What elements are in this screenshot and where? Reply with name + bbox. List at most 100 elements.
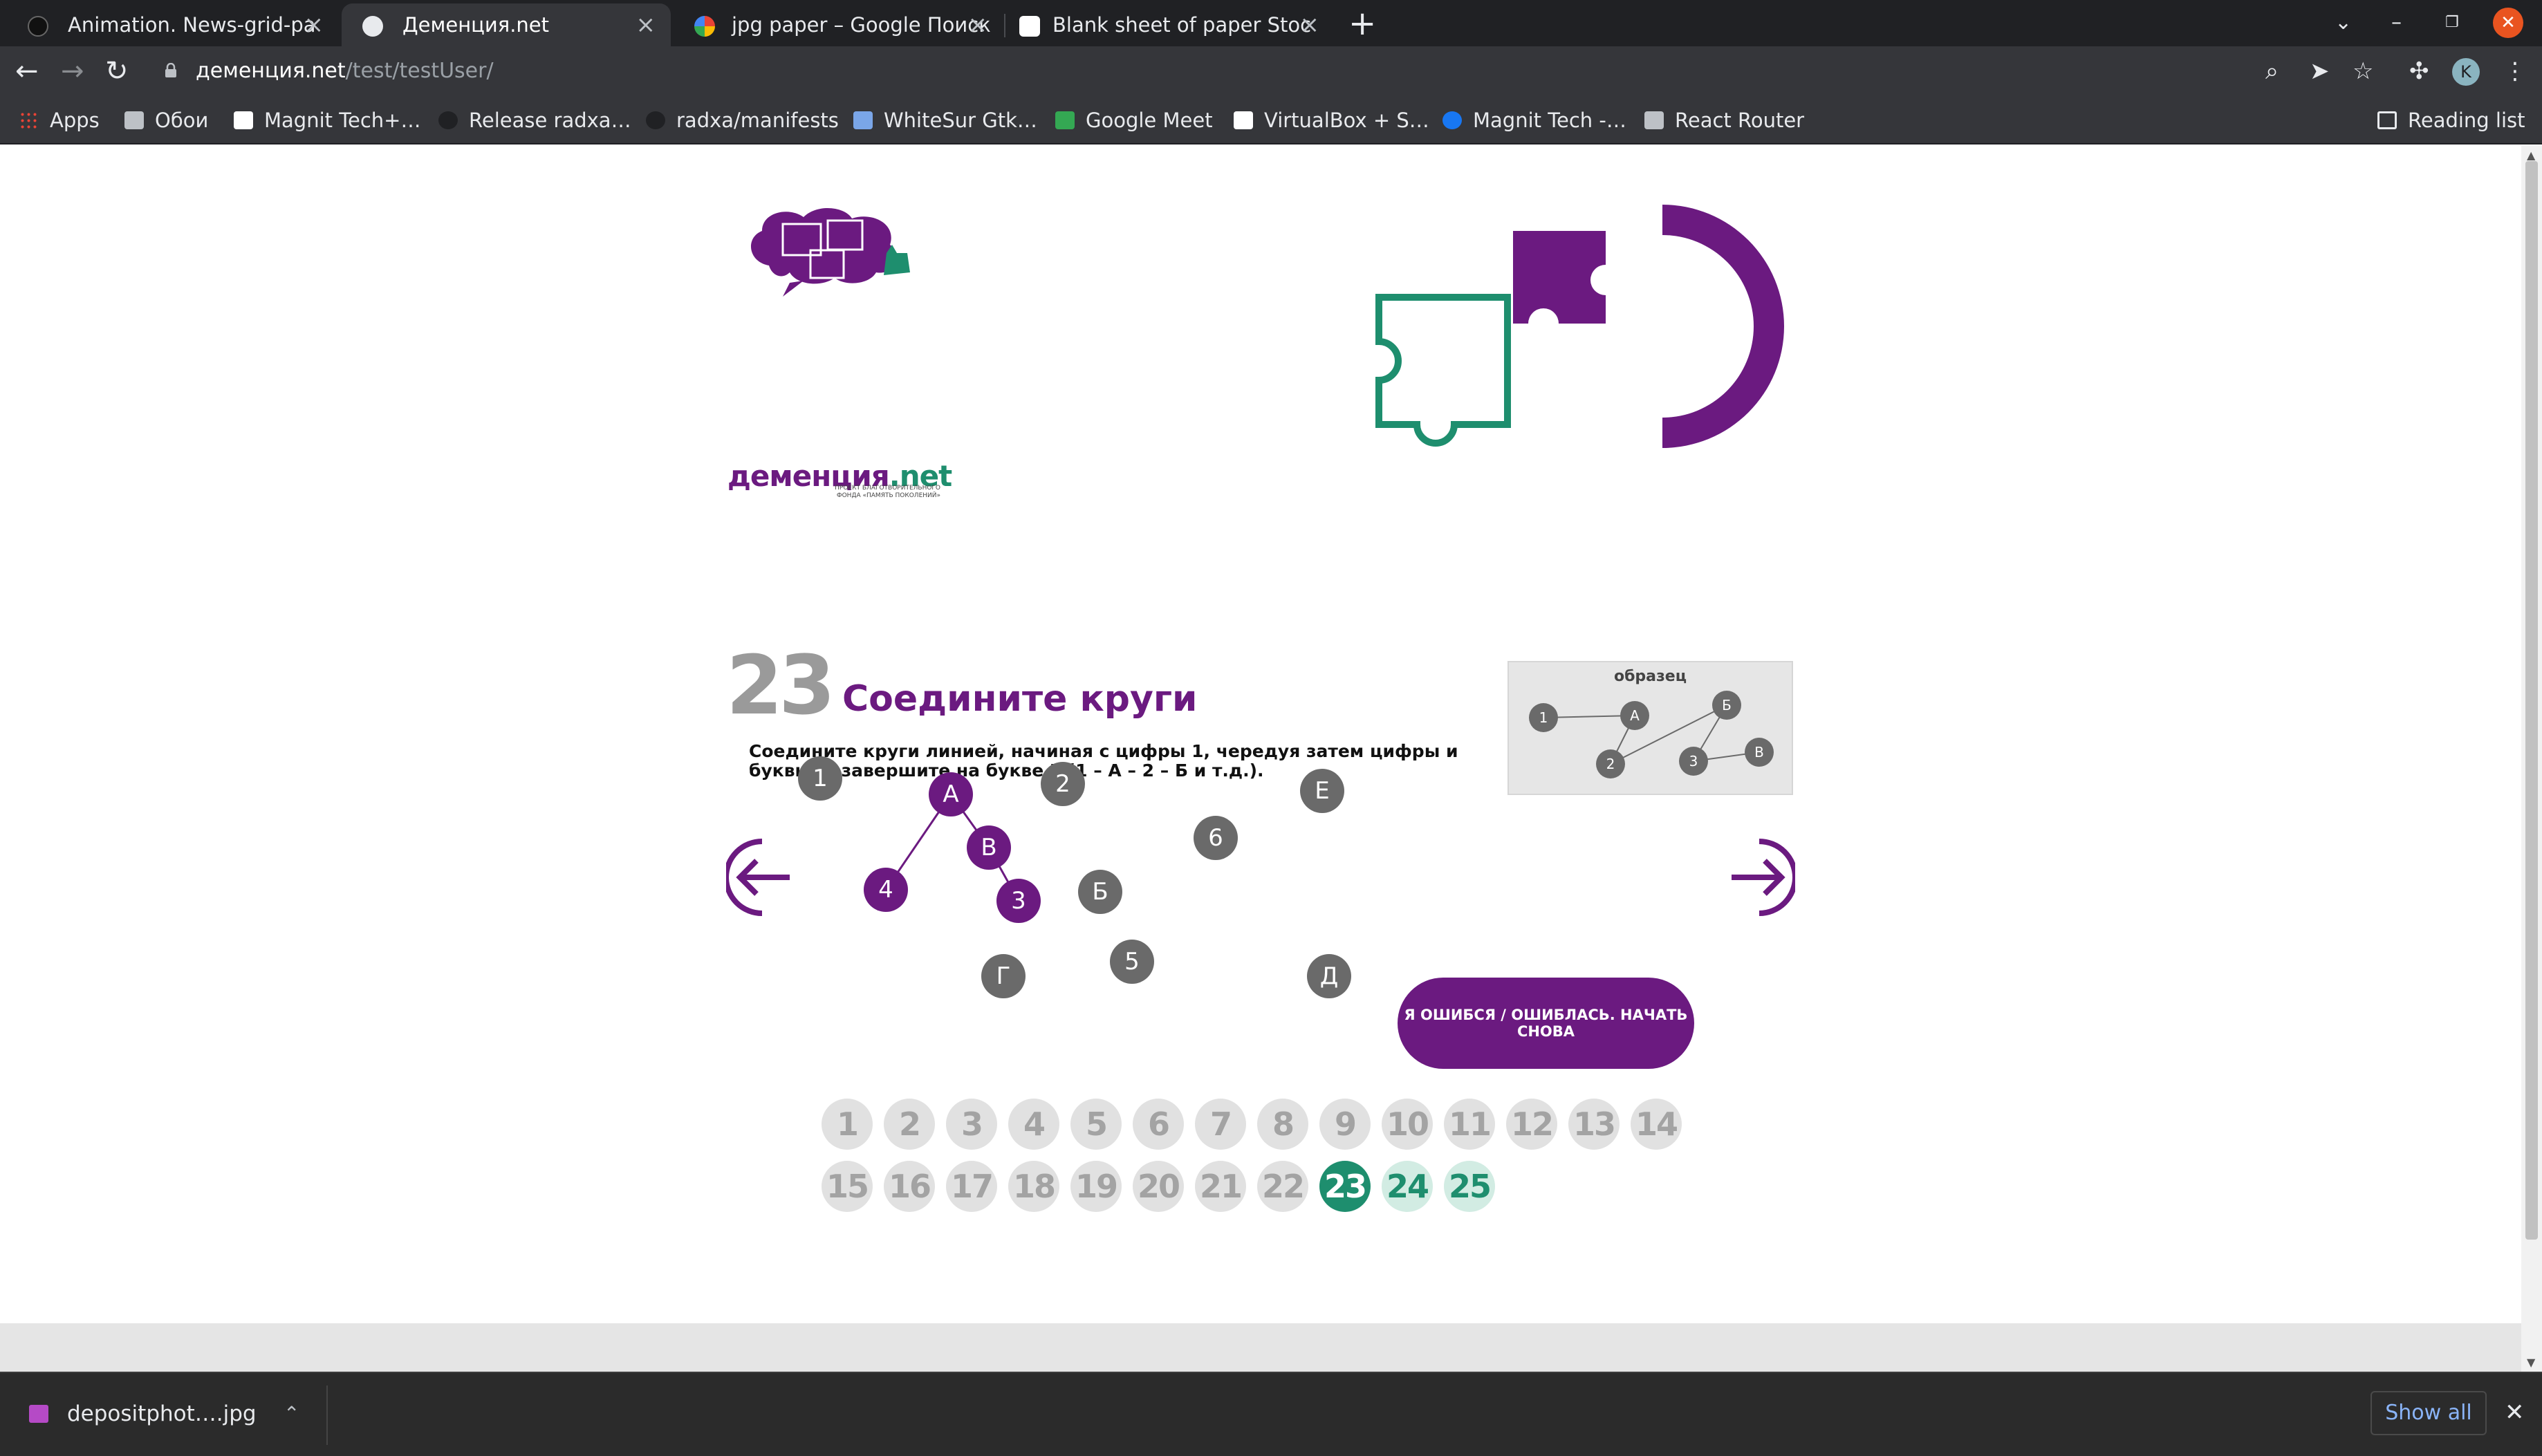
bookmark-magnit-tech-fb[interactable]: Magnit Tech -…: [1441, 104, 1626, 136]
bookmark-whitesur[interactable]: WhiteSur Gtk…: [852, 104, 1037, 136]
address-bar[interactable]: деменция.net/test/testUser/: [196, 56, 494, 86]
circle-6[interactable]: 6: [1194, 816, 1238, 860]
page-17[interactable]: 17: [946, 1161, 997, 1212]
page-11[interactable]: 11: [1444, 1099, 1495, 1150]
download-filename[interactable]: depositphot….jpg: [67, 1398, 257, 1430]
close-icon[interactable]: ×: [636, 3, 656, 46]
back-icon[interactable]: ←: [15, 55, 39, 88]
bookmark-label: radxa/manifests: [676, 109, 839, 132]
window-close-icon[interactable]: ✕: [2493, 8, 2523, 38]
new-tab-button[interactable]: +: [1348, 4, 1376, 43]
circle-e[interactable]: Е: [1300, 769, 1344, 813]
circle-1[interactable]: 1: [798, 756, 842, 801]
vertical-scrollbar[interactable]: ▲ ▼: [2521, 146, 2542, 1372]
tab-title: Деменция.net: [402, 13, 550, 37]
page-4[interactable]: 4: [1008, 1099, 1059, 1150]
bookmark-radxa-manifests[interactable]: radxa/manifests: [644, 104, 839, 136]
forward-icon[interactable]: →: [61, 55, 84, 88]
profile-avatar[interactable]: K: [2452, 58, 2480, 86]
page-5[interactable]: 5: [1070, 1099, 1122, 1150]
bookmark-virtualbox[interactable]: VirtualBox + S…: [1232, 104, 1429, 136]
circle-v[interactable]: В: [967, 825, 1011, 870]
bookmark-release-radxa[interactable]: Release radxa…: [437, 104, 631, 136]
folder-icon: [124, 111, 144, 129]
reading-list[interactable]: Reading list: [2376, 104, 2525, 136]
scroll-thumb[interactable]: [2525, 161, 2538, 1240]
show-all-button[interactable]: Show all: [2371, 1391, 2487, 1435]
page-19[interactable]: 19: [1070, 1161, 1122, 1212]
close-icon[interactable]: ✕: [2505, 1395, 2525, 1430]
page-23[interactable]: 23: [1319, 1161, 1371, 1212]
bookmark-label: Apps: [50, 109, 100, 132]
bookmark-magnit-tech[interactable]: Magnit Tech+…: [232, 104, 420, 136]
circle-b[interactable]: Б: [1078, 870, 1122, 914]
tab-search-icon[interactable]: ⌄: [2335, 6, 2352, 40]
send-icon[interactable]: ➤: [2310, 56, 2330, 86]
bookmark-react-router[interactable]: React Router: [1643, 104, 1804, 136]
circle-a[interactable]: А: [929, 772, 973, 816]
page-24[interactable]: 24: [1382, 1161, 1433, 1212]
scroll-down-icon[interactable]: ▼: [2527, 1356, 2535, 1369]
page-22[interactable]: 22: [1257, 1161, 1308, 1212]
reload-icon[interactable]: ↻: [105, 55, 129, 88]
page-10[interactable]: 10: [1382, 1099, 1433, 1150]
meet-icon: [1055, 111, 1075, 129]
circle-2[interactable]: 2: [1041, 762, 1085, 806]
page-16[interactable]: 16: [884, 1161, 935, 1212]
menu-icon[interactable]: ⋮: [2503, 56, 2527, 86]
circle-3[interactable]: 3: [996, 879, 1041, 923]
circle-d[interactable]: Д: [1307, 954, 1351, 998]
page-8[interactable]: 8: [1257, 1099, 1308, 1150]
tab-title: Animation. News-grid-pa: [68, 13, 316, 37]
chevron-up-icon[interactable]: ⌃: [284, 1398, 299, 1430]
reading-list-icon: [2377, 111, 2397, 129]
bookmark-label: VirtualBox + S…: [1264, 109, 1429, 132]
bookmark-oboi[interactable]: Обои: [123, 104, 208, 136]
close-icon[interactable]: ×: [968, 3, 988, 46]
page-7[interactable]: 7: [1195, 1099, 1246, 1150]
tab-title: jpg paper – Google Поиск: [732, 13, 991, 37]
lock-icon[interactable]: [165, 63, 177, 78]
page-6[interactable]: 6: [1133, 1099, 1184, 1150]
scroll-up-icon[interactable]: ▲: [2527, 149, 2535, 162]
page-12[interactable]: 12: [1506, 1099, 1557, 1150]
tab-depositphotos[interactable]: Blank sheet of paper Stoc ×: [1005, 3, 1335, 46]
page-9[interactable]: 9: [1319, 1099, 1371, 1150]
page-3[interactable]: 3: [946, 1099, 997, 1150]
restart-button[interactable]: Я ОШИБСЯ / ОШИБЛАСЬ. НАЧАТЬ СНОВА: [1398, 978, 1694, 1069]
extensions-icon[interactable]: ✣: [2409, 56, 2429, 86]
close-icon[interactable]: ×: [1300, 3, 1320, 46]
github-icon: [646, 111, 665, 129]
restore-icon[interactable]: ❐: [2445, 6, 2459, 40]
bookmark-apps[interactable]: Apps: [18, 104, 100, 136]
page-20[interactable]: 20: [1133, 1161, 1184, 1212]
image-file-icon: [29, 1405, 48, 1423]
circle-g[interactable]: Г: [981, 954, 1026, 998]
page-15[interactable]: 15: [822, 1161, 873, 1212]
minimize-icon[interactable]: –: [2391, 6, 2402, 40]
page-footer: [0, 1323, 2521, 1372]
circle-4[interactable]: 4: [864, 868, 908, 912]
circle-5[interactable]: 5: [1110, 940, 1154, 984]
bookmark-label: Обои: [155, 109, 209, 132]
page-21[interactable]: 21: [1195, 1161, 1246, 1212]
page-14[interactable]: 14: [1631, 1099, 1682, 1150]
reading-list-label: Reading list: [2408, 109, 2525, 132]
bookmark-star-icon[interactable]: ☆: [2353, 56, 2373, 86]
page-18[interactable]: 18: [1008, 1161, 1059, 1212]
tab-strip: Animation. News-grid-pa × Деменция.net ×…: [0, 0, 2542, 46]
tab-google-search[interactable]: jpg paper – Google Поиск ×: [674, 3, 1003, 46]
bookmark-label: WhiteSur Gtk…: [884, 109, 1037, 132]
url-host: деменция.net: [196, 59, 346, 83]
page-2[interactable]: 2: [884, 1099, 935, 1150]
tab-animation[interactable]: Animation. News-grid-pa ×: [7, 3, 339, 46]
tab-dementia[interactable]: Деменция.net ×: [342, 3, 671, 46]
page-25[interactable]: 25: [1444, 1161, 1495, 1212]
page-1[interactable]: 1: [822, 1099, 873, 1150]
github-icon: [438, 111, 458, 129]
next-arrow-button[interactable]: [1726, 837, 1795, 917]
zoom-icon[interactable]: ⌕: [2265, 56, 2279, 86]
close-icon[interactable]: ×: [304, 3, 324, 46]
bookmark-google-meet[interactable]: Google Meet: [1054, 104, 1213, 136]
page-13[interactable]: 13: [1568, 1099, 1620, 1150]
